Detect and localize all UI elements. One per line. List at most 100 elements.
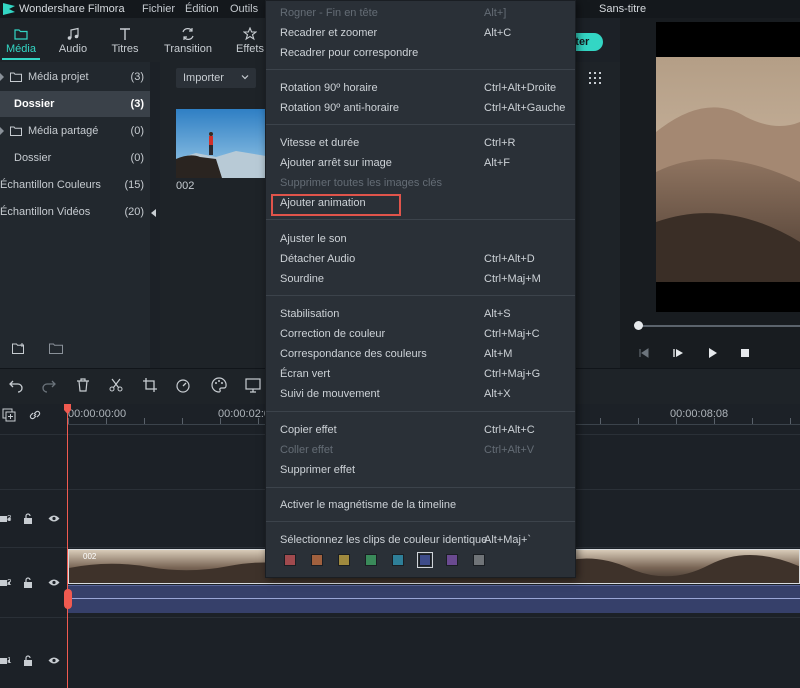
color-swatch[interactable] xyxy=(446,554,458,566)
eye-icon[interactable] xyxy=(48,578,60,587)
menu-item-sourdine[interactable]: Sourdine Ctrl+Maj+M xyxy=(266,270,575,290)
collapse-sidebar-icon[interactable] xyxy=(151,209,156,217)
sidebar-item-echantillon-couleurs[interactable]: Échantillon Couleurs (15) xyxy=(0,172,150,198)
expand-caret-icon[interactable] xyxy=(0,127,4,135)
speed-icon[interactable] xyxy=(175,377,191,393)
menu-item-shortcut: Ctrl+Maj+M xyxy=(484,273,541,285)
import-label: Importer xyxy=(183,72,224,84)
menu-item-shortcut: Ctrl+R xyxy=(484,137,516,149)
eye-icon[interactable] xyxy=(48,514,60,523)
menu-item-selectionnez-les-clips-de-couleur-identique[interactable]: Sélectionnez les clips de couleur identi… xyxy=(266,531,575,551)
color-swatch[interactable] xyxy=(338,554,350,566)
tab-titles[interactable]: Titres xyxy=(104,18,146,62)
expand-caret-icon[interactable] xyxy=(0,73,4,81)
menu-edition[interactable]: Édition xyxy=(185,3,219,15)
import-dropdown[interactable]: Importer xyxy=(176,68,256,88)
ruler-tick xyxy=(182,418,183,424)
menu-item-recadrer-et-zoomer[interactable]: Recadrer et zoomer Alt+C xyxy=(266,24,575,44)
menu-item-rotation-90-anti-horaire[interactable]: Rotation 90º anti-horaire Ctrl+Alt+Gauche xyxy=(266,99,575,119)
menu-item-shortcut: Alt+] xyxy=(484,7,507,19)
menu-fichier[interactable]: Fichier xyxy=(142,3,175,15)
menu-item-supprimer-effet[interactable]: Supprimer effet xyxy=(266,461,575,481)
menu-item-ecran-vert[interactable]: Écran vert Ctrl+Maj+G xyxy=(266,365,575,385)
folder-outline-icon[interactable] xyxy=(49,343,63,355)
menu-item-stabilisation[interactable]: Stabilisation Alt+S xyxy=(266,305,575,325)
menu-item-label: Rogner - Fin en tête xyxy=(280,7,378,19)
tab-media[interactable]: Média xyxy=(0,18,42,62)
media-thumbnail[interactable] xyxy=(176,109,266,178)
tab-audio[interactable]: Audio xyxy=(52,18,94,62)
play-icon[interactable] xyxy=(705,346,719,360)
menu-item-label: Activer le magnétisme de la timeline xyxy=(280,499,457,511)
color-swatch[interactable] xyxy=(365,554,377,566)
menu-item-shortcut: Alt+M xyxy=(484,348,513,360)
add-track-icon[interactable] xyxy=(2,408,16,422)
filmora-logo-icon xyxy=(3,3,15,15)
color-swatch[interactable] xyxy=(417,552,433,568)
menu-item-label: Sélectionnez les clips de couleur identi… xyxy=(280,534,488,546)
text-icon xyxy=(120,28,130,40)
sidebar-item-dossier-selected[interactable]: Dossier (3) xyxy=(0,91,150,117)
menu-item-copier-effet[interactable]: Copier effet Ctrl+Alt+C xyxy=(266,421,575,441)
menu-item-label: Sourdine xyxy=(280,273,325,285)
color-swatch[interactable] xyxy=(392,554,404,566)
lock-icon[interactable] xyxy=(23,513,33,524)
preview-viewer[interactable] xyxy=(656,22,800,312)
menu-item-rogner-fin-en-tete: Rogner - Fin en tête Alt+] xyxy=(266,4,575,24)
color-swatch[interactable] xyxy=(284,554,296,566)
menu-item-correction-de-couleur[interactable]: Correction de couleur Ctrl+Maj+C xyxy=(266,325,575,345)
color-palette-icon[interactable] xyxy=(211,377,227,393)
sidebar-item-echantillon-videos[interactable]: Échantillon Vidéos (20) xyxy=(0,199,150,225)
color-swatch[interactable] xyxy=(311,554,323,566)
timecode-label: 00:00:00:00 xyxy=(68,408,127,420)
track-1: 1 xyxy=(0,617,800,688)
tab-effects[interactable]: Effets xyxy=(232,18,268,62)
link-icon[interactable] xyxy=(28,408,42,422)
green-screen-icon[interactable] xyxy=(245,377,261,393)
stop-icon[interactable] xyxy=(738,346,752,360)
grid-view-icon[interactable] xyxy=(589,72,601,84)
tab-transition[interactable]: Transition xyxy=(160,18,216,62)
play-frame-icon[interactable] xyxy=(671,346,685,360)
highlight-box xyxy=(271,194,401,216)
menu-item-detacher-audio[interactable]: Détacher Audio Ctrl+Alt+D xyxy=(266,250,575,270)
eye-icon[interactable] xyxy=(48,656,60,665)
sidebar-item-dossier[interactable]: Dossier (0) xyxy=(0,145,150,171)
menu-item-correspondance-des-couleurs[interactable]: Correspondance des couleurs Alt+M xyxy=(266,345,575,365)
step-back-icon[interactable] xyxy=(637,346,651,360)
menu-outils[interactable]: Outils xyxy=(230,3,258,15)
sidebar-item-count: (20) xyxy=(124,206,144,218)
delete-icon[interactable] xyxy=(75,377,91,393)
ruler-tick xyxy=(752,418,753,424)
sidebar-item-media-partage[interactable]: Média partagé (0) xyxy=(0,118,150,144)
menu-item-vitesse-et-duree[interactable]: Vitesse et durée Ctrl+R xyxy=(266,134,575,154)
sidebar-item-media-projet[interactable]: Média projet (3) xyxy=(0,64,150,90)
menu-item-label: Copier effet xyxy=(280,424,337,436)
ruler-tick xyxy=(220,418,221,424)
playhead-marker[interactable] xyxy=(64,589,72,609)
crop-icon[interactable] xyxy=(142,377,158,393)
sidebar-item-label: Échantillon Vidéos xyxy=(0,206,91,218)
menu-item-label: Écran vert xyxy=(280,368,331,380)
new-folder-icon[interactable] xyxy=(12,343,26,355)
ruler-tick xyxy=(600,418,601,424)
context-menu: Rogner - Fin en tête Alt+] Recadrer et zoo… xyxy=(265,0,576,578)
menu-item-ajouter-arret-sur-image[interactable]: Ajouter arrêt sur image Alt+F xyxy=(266,154,575,174)
ruler-tick xyxy=(638,418,639,424)
lock-icon[interactable] xyxy=(23,577,33,588)
undo-icon[interactable] xyxy=(8,377,24,393)
preview-scrubber-handle[interactable] xyxy=(634,321,643,330)
menu-item-label: Détacher Audio xyxy=(280,253,356,265)
redo-icon[interactable] xyxy=(41,377,57,393)
menu-item-suivi-de-mouvement[interactable]: Suivi de mouvement Alt+X xyxy=(266,385,575,405)
preview-scrubber-track[interactable] xyxy=(636,325,800,327)
color-swatch[interactable] xyxy=(473,554,485,566)
audio-waveform-strip[interactable] xyxy=(68,585,800,613)
scissors-icon[interactable] xyxy=(108,377,124,393)
menu-item-recadrer-pour-correspondre[interactable]: Recadrer pour correspondre xyxy=(266,44,575,64)
lock-icon[interactable] xyxy=(23,655,33,666)
menu-item-ajuster-le-son[interactable]: Ajuster le son xyxy=(266,230,575,250)
menu-item-label: Stabilisation xyxy=(280,308,340,320)
menu-item-rotation-90-horaire[interactable]: Rotation 90º horaire Ctrl+Alt+Droite xyxy=(266,79,575,99)
menu-item-activer-le-magnetisme-de-la-timeline[interactable]: Activer le magnétisme de la timeline xyxy=(266,496,575,516)
